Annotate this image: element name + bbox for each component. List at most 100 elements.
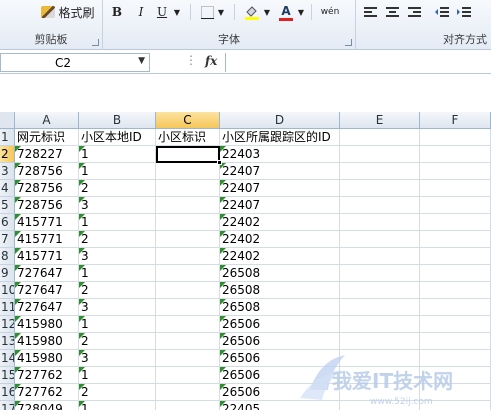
table-cell[interactable]: 3 [79,299,156,316]
table-cell[interactable] [156,231,220,248]
underline-button[interactable]: U [153,2,171,22]
table-cell[interactable] [420,197,491,214]
table-cell[interactable]: 3 [79,248,156,265]
table-cell[interactable]: 2 [79,231,156,248]
table-cell[interactable]: 26508 [220,299,340,316]
table-cell[interactable]: 26506 [220,367,340,384]
table-cell[interactable] [340,316,420,333]
column-header-b[interactable]: B [79,112,156,129]
table-cell[interactable] [156,214,220,231]
phonetic-button[interactable]: wén [317,2,343,22]
table-cell[interactable]: 728756 [15,163,79,180]
table-cell[interactable] [340,384,420,401]
table-cell[interactable]: 2 [79,180,156,197]
table-cell[interactable] [420,384,491,401]
table-cell[interactable]: 3 [79,197,156,214]
row-header[interactable]: 9 [0,265,15,282]
table-cell[interactable]: 415980 [15,316,79,333]
table-cell[interactable] [340,231,420,248]
row-header[interactable]: 6 [0,214,15,231]
column-header-e[interactable]: E [340,112,420,129]
table-cell[interactable]: 728227 [15,146,79,163]
row-header[interactable]: 5 [0,197,15,214]
table-cell[interactable]: 22405 [220,401,340,410]
table-cell[interactable] [420,146,491,163]
table-cell[interactable]: 1 [79,146,156,163]
table-cell[interactable]: 1 [79,214,156,231]
table-cell[interactable] [420,367,491,384]
row-header[interactable]: 1 [0,129,15,146]
active-cell[interactable] [156,146,220,163]
table-cell[interactable]: 727647 [15,282,79,299]
table-cell[interactable] [420,316,491,333]
row-header[interactable]: 14 [0,350,15,367]
fill-color-button[interactable] [243,2,261,22]
table-cell[interactable]: 22407 [220,197,340,214]
name-box-dropdown-icon[interactable]: ▼ [138,56,145,66]
row-header[interactable]: 16 [0,384,15,401]
table-cell[interactable]: 415771 [15,231,79,248]
borders-dropdown-icon[interactable]: ▼ [217,2,225,22]
table-cell[interactable] [420,163,491,180]
table-cell[interactable]: 2 [79,282,156,299]
table-cell[interactable]: 728756 [15,180,79,197]
row-header[interactable]: 7 [0,231,15,248]
clipboard-launcher-button[interactable] [92,39,99,46]
format-painter-button[interactable]: 格式刷 [38,2,98,22]
table-cell[interactable]: 22403 [220,146,340,163]
table-cell[interactable] [340,282,420,299]
table-cell[interactable] [340,248,420,265]
table-cell[interactable]: 727647 [15,299,79,316]
table-cell[interactable] [340,401,420,410]
table-cell[interactable] [420,401,491,410]
table-cell[interactable] [156,401,220,410]
table-cell[interactable] [420,265,491,282]
header-cell[interactable] [340,129,420,146]
row-header[interactable]: 13 [0,333,15,350]
row-header[interactable]: 3 [0,163,15,180]
table-cell[interactable]: 22407 [220,180,340,197]
table-cell[interactable]: 1 [79,316,156,333]
table-cell[interactable]: 415980 [15,333,79,350]
header-cell[interactable]: 小区本地ID [79,129,156,146]
font-color-button[interactable]: A [277,2,295,22]
table-cell[interactable] [156,384,220,401]
underline-dropdown-icon[interactable]: ▼ [173,2,181,22]
column-header-c[interactable]: C [156,112,220,129]
font-color-dropdown-icon[interactable]: ▼ [297,2,305,22]
bold-button[interactable]: B [109,2,125,22]
table-cell[interactable] [420,350,491,367]
table-cell[interactable] [340,180,420,197]
table-cell[interactable] [156,350,220,367]
name-box[interactable]: C2 ▼ [0,53,150,72]
row-header[interactable]: 8 [0,248,15,265]
insert-function-button[interactable]: fx [205,54,217,68]
row-header[interactable]: 10 [0,282,15,299]
table-cell[interactable] [340,350,420,367]
column-header-f[interactable]: F [420,112,491,129]
select-all-button[interactable] [0,112,15,129]
table-cell[interactable] [420,248,491,265]
table-cell[interactable]: 26506 [220,350,340,367]
align-center-button[interactable] [384,2,400,22]
table-cell[interactable] [156,248,220,265]
table-cell[interactable] [156,163,220,180]
table-cell[interactable] [156,316,220,333]
table-cell[interactable] [340,163,420,180]
fill-handle[interactable] [217,160,222,165]
table-cell[interactable] [340,299,420,316]
table-cell[interactable] [340,265,420,282]
table-cell[interactable]: 2 [79,333,156,350]
table-cell[interactable] [340,197,420,214]
table-cell[interactable] [420,333,491,350]
table-cell[interactable] [340,367,420,384]
table-cell[interactable]: 727647 [15,265,79,282]
row-header[interactable]: 15 [0,367,15,384]
table-cell[interactable] [420,299,491,316]
formula-input[interactable] [225,53,491,72]
font-launcher-button[interactable] [345,39,352,46]
row-header[interactable]: 17 [0,401,15,410]
decrease-indent-button[interactable] [434,2,450,22]
header-cell[interactable] [420,129,491,146]
table-cell[interactable]: 22407 [220,163,340,180]
